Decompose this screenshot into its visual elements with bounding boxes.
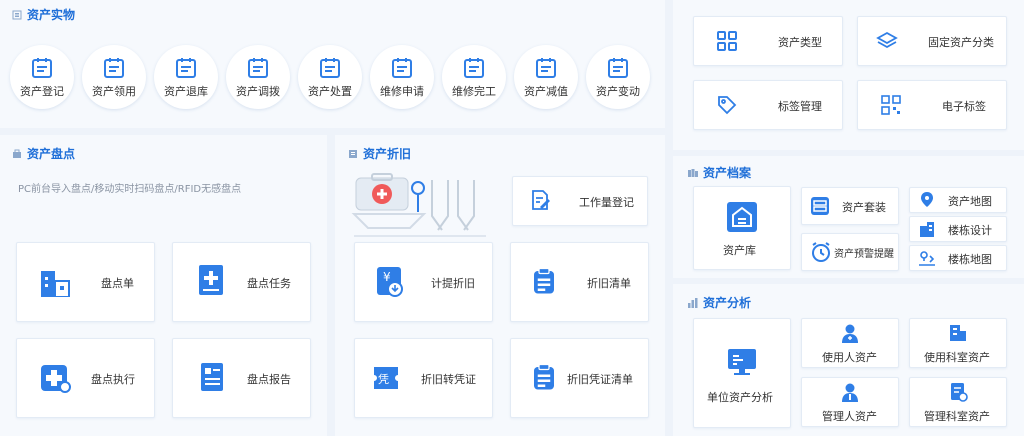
form-icon: [30, 56, 54, 80]
analysis-item-user[interactable]: 使用人资产: [801, 318, 899, 368]
archive-item-building-design[interactable]: 楼栋设计: [909, 216, 1007, 242]
alarm-icon: [812, 242, 830, 262]
archive-title: 资产档案: [688, 164, 751, 181]
map-icon: [921, 192, 933, 207]
inventory-item-task[interactable]: 盘点任务: [172, 242, 311, 322]
form-icon: [102, 56, 126, 80]
monitor-icon: [728, 349, 756, 375]
entity-title: 资产实物: [12, 6, 75, 23]
yen-notebook-icon: ¥: [377, 267, 403, 297]
doctor-icon: [842, 324, 858, 343]
entity-item-repair-request[interactable]: 维修申请: [370, 45, 434, 109]
entity-item-repair-done[interactable]: 维修完工: [442, 45, 506, 109]
entity-item-dispose[interactable]: 资产处置: [298, 45, 362, 109]
section-icon: [349, 149, 357, 158]
depreciation-item-accrue[interactable]: ¥ 计提折旧: [354, 242, 493, 322]
section-icon: [688, 297, 698, 308]
manager-icon: [842, 383, 858, 402]
form-icon: [246, 56, 270, 80]
archive-item-warning[interactable]: 资产预警提醒: [801, 233, 899, 271]
entity-item-impairment[interactable]: 资产减值: [514, 45, 578, 109]
form-icon: [174, 56, 198, 80]
analysis-title: 资产分析: [688, 294, 751, 311]
voucher-icon: 凭: [374, 367, 398, 389]
inventory-item-execute[interactable]: 盘点执行: [16, 338, 155, 418]
medical-kit-illustration: [351, 173, 486, 237]
analysis-item-use-dept[interactable]: 使用科室资产: [909, 318, 1007, 368]
archive-item-map[interactable]: 资产地图: [909, 187, 1007, 213]
depreciation-item-voucher-list[interactable]: 折旧凭证清单: [510, 338, 649, 418]
analysis-item-unit[interactable]: 单位资产分析: [693, 318, 791, 428]
entity-item-return[interactable]: 资产退库: [154, 45, 218, 109]
analysis-item-manager[interactable]: 管理人资产: [801, 377, 899, 427]
analysis-item-manage-dept[interactable]: 管理科室资产: [909, 377, 1007, 427]
grid-icon: [717, 31, 737, 51]
depreciation-title: 资产折旧: [348, 145, 411, 162]
inventory-title: 资产盘点: [12, 145, 75, 162]
svg-text:¥: ¥: [383, 270, 391, 284]
form-icon: [462, 56, 486, 80]
clipboard-icon: [529, 361, 559, 393]
archive-item-building-map[interactable]: 楼栋地图: [909, 245, 1007, 271]
department-icon: [950, 325, 966, 341]
config-item-asset-type[interactable]: 资产类型: [693, 16, 843, 66]
entity-item-transfer[interactable]: 资产调拨: [226, 45, 290, 109]
form-icon: [318, 56, 342, 80]
config-item-fixed-category[interactable]: 固定资产分类: [857, 16, 1007, 66]
entity-item-change[interactable]: 资产变动: [586, 45, 650, 109]
doc-gear-icon: [951, 383, 968, 402]
config-item-tag-mgmt[interactable]: 标签管理: [693, 80, 843, 130]
entity-item-register[interactable]: 资产登记: [10, 45, 74, 109]
tag-icon: [718, 96, 737, 115]
depreciation-item-workload[interactable]: 工作量登记: [512, 176, 648, 226]
report-icon: [201, 363, 223, 391]
entity-item-receive[interactable]: 资产领用: [82, 45, 146, 109]
notebook-plus-icon: [199, 265, 223, 295]
layers-icon: [876, 31, 898, 49]
section-icon: [688, 168, 698, 177]
building-icon: [41, 271, 70, 297]
inventory-subtitle: PC前台导入盘点/移动实时扫码盘点/RFID无感盘点: [18, 184, 242, 195]
map-pin-icon: [919, 251, 935, 266]
section-icon: [12, 10, 22, 19]
form-icon: [606, 56, 630, 80]
inventory-item-report[interactable]: 盘点报告: [172, 338, 311, 418]
qrcode-icon: [881, 95, 901, 115]
archive-item-library[interactable]: 资产库: [693, 186, 791, 270]
medical-wrench-icon: [41, 365, 71, 393]
section-icon: [13, 149, 21, 158]
depreciation-item-list[interactable]: 折旧清单: [510, 242, 649, 322]
depreciation-item-to-voucher[interactable]: 凭 折旧转凭证: [354, 338, 493, 418]
building-icon: [920, 222, 934, 237]
archive-item-kit[interactable]: 资产套装: [801, 187, 899, 225]
form-icon: [390, 56, 414, 80]
edit-doc-icon: [532, 190, 550, 210]
svg-text:凭: 凭: [378, 372, 389, 386]
box-icon: [811, 197, 829, 215]
config-item-e-tag[interactable]: 电子标签: [857, 80, 1007, 130]
clipboard-icon: [529, 265, 559, 297]
inventory-item-sheet[interactable]: 盘点单: [16, 242, 155, 322]
warehouse-icon: [727, 202, 757, 232]
form-icon: [534, 56, 558, 80]
